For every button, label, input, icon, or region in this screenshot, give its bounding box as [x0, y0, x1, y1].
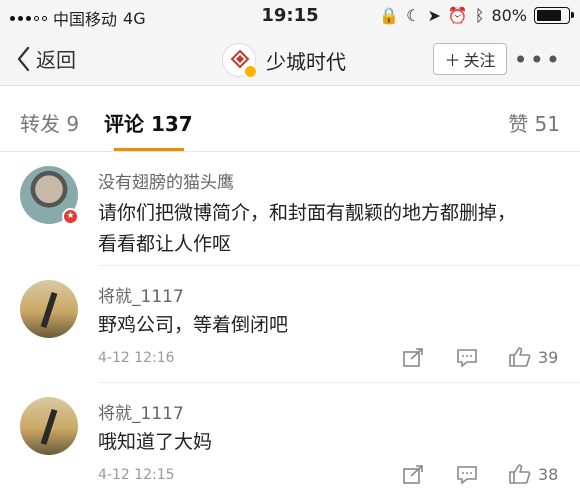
verified-badge-icon — [244, 65, 257, 78]
comment-item[interactable]: 将就_1117 野鸡公司，等着倒闭吧 4-12 12:16 39 — [0, 266, 580, 383]
comment-text: 哦知道了大妈 — [98, 431, 213, 453]
comment-text-line: 看看都让人作呕 — [98, 233, 232, 255]
battery-percent: 80% — [491, 6, 527, 25]
comment-username[interactable]: 将就_1117 — [98, 282, 184, 307]
comment-time: 4-12 12:15 — [98, 467, 175, 483]
comment-text: 请你们把微博简介，和封面有靓颖的地方都删掉， 看看都让人作呕 — [98, 198, 568, 260]
more-icon[interactable]: ••• — [514, 46, 562, 74]
comment-item[interactable]: ★ 没有翅膀的猫头鹰 请你们把微博简介，和封面有靓颖的地方都删掉， 看看都让人作… — [0, 152, 580, 266]
battery-fill — [537, 10, 561, 21]
active-tab-indicator — [114, 148, 184, 151]
nav-bar: 返回 少城时代 ＋ 关注 ••• — [0, 34, 580, 86]
battery-icon — [534, 7, 574, 24]
bluetooth-icon: ᛒ — [474, 6, 485, 25]
nav-title[interactable]: 少城时代 — [222, 43, 346, 78]
like-button[interactable]: 38 — [508, 463, 558, 485]
avatar[interactable] — [20, 280, 78, 338]
comment-icon — [457, 466, 477, 485]
moon-icon: ☾ — [406, 6, 421, 25]
reply-button[interactable] — [456, 348, 478, 368]
comment-text: 野鸡公司，等着倒闭吧 — [98, 314, 289, 336]
thumbs-up-icon — [509, 347, 531, 367]
account-name: 少城时代 — [266, 49, 346, 74]
reply-button[interactable] — [456, 465, 478, 485]
like-count: 39 — [538, 347, 559, 367]
back-button[interactable]: 返回 — [16, 44, 76, 73]
member-badge-icon: ★ — [62, 208, 79, 225]
comment-username[interactable]: 没有翅膀的猫头鹰 — [98, 168, 234, 193]
comment-text-line: 请你们把微博简介，和封面有靓颖的地方都删掉， — [98, 202, 517, 224]
avatar[interactable] — [20, 397, 78, 455]
orientation-lock-icon: 🔒 — [379, 6, 400, 25]
comment-username[interactable]: 将就_1117 — [98, 399, 184, 424]
follow-button[interactable]: ＋ 关注 — [433, 43, 507, 75]
like-count: 38 — [538, 464, 559, 484]
thumbs-up-icon — [509, 464, 531, 484]
tab-comments[interactable]: 评论 137 — [104, 108, 193, 137]
tab-likes[interactable]: 赞 51 — [508, 108, 560, 137]
account-logo — [222, 43, 257, 78]
plus-icon: ＋ — [444, 51, 461, 70]
tab-bar: 转发 9 评论 137 赞 51 — [0, 86, 580, 152]
location-icon: ➤ — [427, 6, 441, 25]
comment-time: 4-12 12:16 — [98, 350, 175, 366]
follow-label: 关注 — [463, 51, 496, 70]
share-icon — [403, 465, 423, 484]
like-button[interactable]: 39 — [508, 346, 558, 368]
alarm-icon: ⏰ — [447, 6, 468, 25]
back-label: 返回 — [36, 48, 76, 72]
status-bar: 中国移动 4G 19:15 🔒 ☾ ➤ ⏰ ᛒ 80% — [0, 0, 580, 34]
comment-item[interactable]: 将就_1117 哦知道了大妈 4-12 12:15 38 — [0, 383, 580, 499]
status-right: 🔒 ☾ ➤ ⏰ ᛒ 80% — [379, 6, 574, 25]
share-icon — [403, 348, 423, 367]
chevron-left-icon — [17, 46, 30, 71]
repost-button[interactable] — [402, 348, 424, 368]
repost-button[interactable] — [402, 465, 424, 485]
comment-icon — [457, 349, 477, 368]
tab-reposts[interactable]: 转发 9 — [20, 108, 79, 137]
